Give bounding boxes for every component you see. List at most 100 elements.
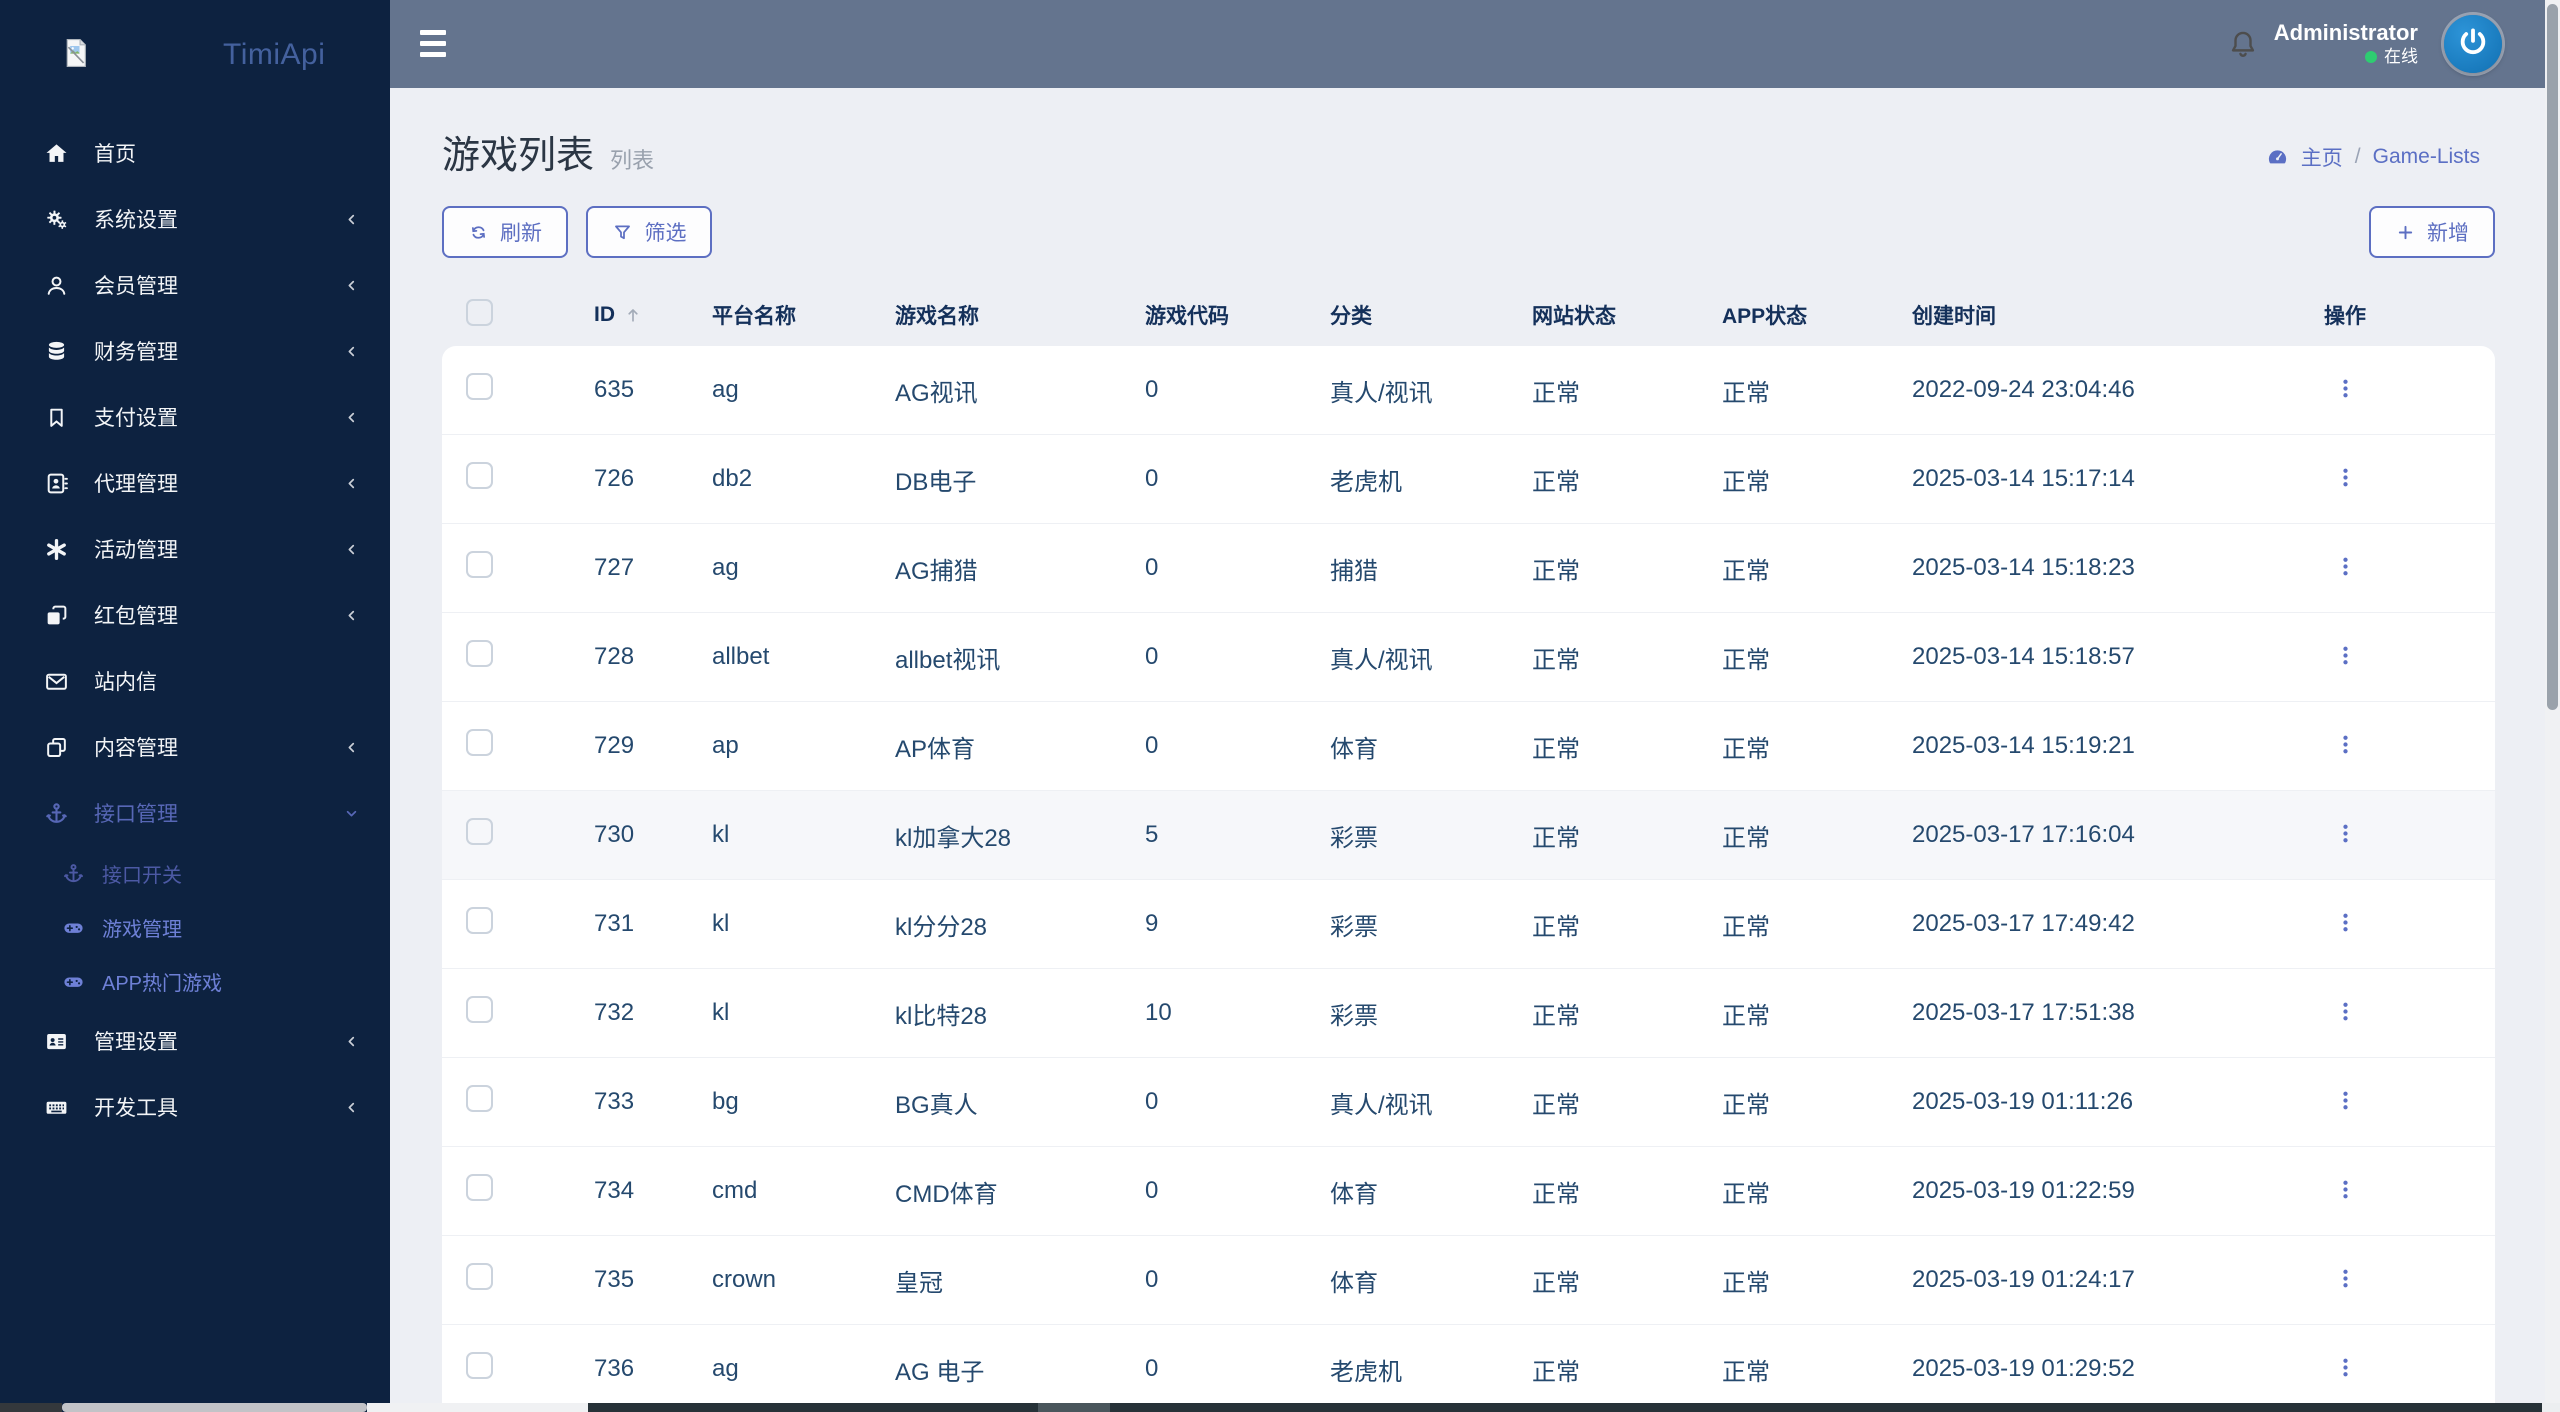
cell-category: 老虎机 [1330,1358,1402,1386]
sidebar-item-home[interactable]: 首页 [0,120,390,186]
gears-icon [44,207,69,232]
hscroll-segment-thumb[interactable] [1038,1403,1110,1412]
horizontal-scrollbar[interactable] [0,1403,2560,1412]
table-row: 729 ap AP体育 0 体育 正常 正常 2025-03-14 15:19:… [442,702,2495,791]
cell-id: 726 [594,465,635,492]
sidebar-toggle-button[interactable] [420,30,446,57]
row-actions-button[interactable] [2323,1347,2367,1391]
row-actions-button[interactable] [2323,368,2367,412]
column-header-actions: 操作 [2324,305,2366,328]
sidebar-item-member-management[interactable]: 会员管理 [0,252,390,318]
sidebar-item-admin-settings[interactable]: 管理设置 [0,1008,390,1074]
cell-created-time: 2025-03-14 15:18:57 [1912,643,2135,670]
sidebar-item-system-settings[interactable]: 系统设置 [0,186,390,252]
sidebar-item-app-hot-games[interactable]: APP热门游戏 [0,954,390,1008]
cell-game-code: 10 [1145,999,1172,1026]
row-checkbox[interactable] [466,907,493,934]
database-icon [44,339,69,364]
row-actions-button[interactable] [2323,635,2367,679]
row-checkbox[interactable] [466,996,493,1023]
cell-created-time: 2025-03-14 15:18:23 [1912,554,2135,581]
cell-site-status: 正常 [1532,913,1580,941]
cell-id: 734 [594,1177,635,1204]
breadcrumb: 主页 / Game-Lists [2266,142,2480,172]
row-actions-button[interactable] [2323,724,2367,768]
cell-site-status: 正常 [1532,468,1580,496]
row-checkbox[interactable] [466,1174,493,1201]
hscroll-track[interactable] [367,1403,588,1412]
sidebar-item-activity-management[interactable]: 活动管理 [0,516,390,582]
sidebar-item-payment-settings[interactable]: 支付设置 [0,384,390,450]
chevron-left-icon [343,1099,360,1116]
sidebar-item-api-management[interactable]: 接口管理 [0,780,390,846]
sidebar-item-api-switch[interactable]: 接口开关 [0,846,390,900]
cell-category: 彩票 [1330,913,1378,941]
row-actions-button[interactable] [2323,1258,2367,1302]
cell-app-status: 正常 [1722,468,1770,496]
refresh-button[interactable]: 刷新 [442,206,568,258]
row-actions-button[interactable] [2323,991,2367,1035]
hscroll-segment [588,1403,1038,1412]
row-actions-button[interactable] [2323,1169,2367,1213]
chevron-left-icon [343,277,360,294]
envelope-icon [44,669,69,694]
brand-header[interactable]: TimiApi [0,0,390,106]
row-actions-button[interactable] [2323,813,2367,857]
add-button[interactable]: 新增 [2369,206,2495,258]
select-all-checkbox[interactable] [466,298,493,326]
sidebar-item-content-management[interactable]: 内容管理 [0,714,390,780]
column-header-created: 创建时间 [1912,305,1996,328]
toolbar: 刷新 筛选 新增 [442,206,2495,258]
notifications-bell-icon[interactable] [2226,27,2260,61]
row-checkbox[interactable] [466,640,493,667]
sidebar-item-site-messages[interactable]: 站内信 [0,648,390,714]
kebab-icon [2332,642,2359,672]
row-actions-button[interactable] [2323,902,2367,946]
sidebar-item-redpacket-management[interactable]: 红包管理 [0,582,390,648]
cell-app-status: 正常 [1722,1269,1770,1297]
sidebar-item-dev-tools[interactable]: 开发工具 [0,1074,390,1140]
keyboard-icon [44,1095,69,1120]
cell-created-time: 2025-03-14 15:17:14 [1912,465,2135,492]
row-checkbox[interactable] [466,1263,493,1290]
vertical-scrollbar[interactable] [2545,0,2560,1412]
cell-site-status: 正常 [1532,1091,1580,1119]
cell-platform: kl [712,821,730,848]
row-checkbox[interactable] [466,1085,493,1112]
horizontal-scrollbar-thumb[interactable] [62,1403,367,1412]
cell-game-code: 0 [1145,732,1159,759]
gamepad-icon [62,916,85,939]
cell-created-time: 2022-09-24 23:04:46 [1912,376,2135,403]
sidebar-item-finance-management[interactable]: 财务管理 [0,318,390,384]
filter-button[interactable]: 筛选 [586,206,713,258]
cell-game-code: 0 [1145,1266,1159,1293]
cell-game-code: 0 [1145,554,1159,581]
home-icon [44,141,69,166]
cell-id: 733 [594,1088,635,1115]
user-identity[interactable]: Administrator 在线 [2274,20,2418,68]
breadcrumb-home-link[interactable]: 主页 [2301,142,2343,172]
row-checkbox[interactable] [466,551,493,578]
refresh-icon [468,222,489,243]
table-row: 733 bg BG真人 0 真人/视讯 正常 正常 2025-03-19 01:… [442,1058,2495,1147]
row-checkbox[interactable] [466,818,493,845]
column-header-id[interactable]: ID [577,303,695,327]
cell-platform: allbet [712,643,770,670]
cell-app-status: 正常 [1722,913,1770,941]
row-actions-button[interactable] [2323,457,2367,501]
sidebar-item-agent-management[interactable]: 代理管理 [0,450,390,516]
cell-category: 体育 [1330,1269,1378,1297]
row-checkbox[interactable] [466,1352,493,1379]
row-checkbox[interactable] [466,373,493,400]
hscroll-segment [0,1403,62,1412]
page-subtitle: 列表 [610,148,655,173]
row-checkbox[interactable] [466,462,493,489]
sidebar-item-game-management[interactable]: 游戏管理 [0,900,390,954]
cell-game-name: AG 电子 [895,1358,985,1386]
row-actions-button[interactable] [2323,1080,2367,1124]
avatar[interactable] [2444,15,2502,73]
row-actions-button[interactable] [2323,546,2367,590]
kebab-icon [2332,1354,2359,1384]
row-checkbox[interactable] [466,729,493,756]
vertical-scrollbar-thumb[interactable] [2547,4,2558,710]
